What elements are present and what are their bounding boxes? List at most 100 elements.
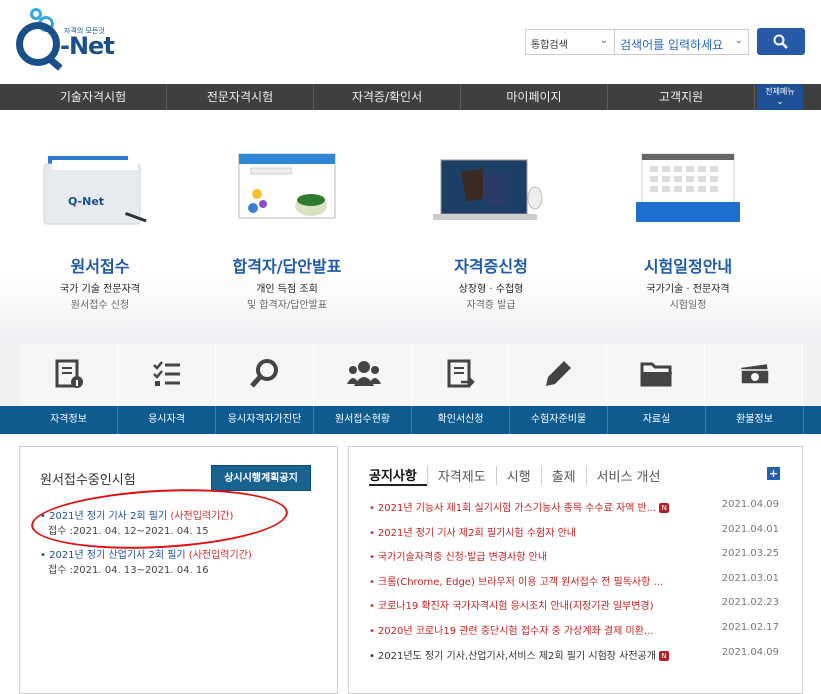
quick-icon-library[interactable] — [607, 344, 706, 406]
laptop-illustration-icon — [433, 159, 543, 220]
quick-link-self-check[interactable]: 응시자격자가진단 — [216, 406, 314, 434]
quick-link-refund[interactable]: 환불정보 — [706, 406, 804, 434]
all-menu-button[interactable]: 전체메뉴 ⌄ — [757, 84, 803, 110]
list-item[interactable]: • 2021년 정기 기사 제2회 필기시험 수험자 안내 2021.04.01 — [369, 524, 789, 549]
search-input[interactable]: 검색어를 입력하세요 ⌄ — [614, 29, 749, 55]
hero-card-schedule[interactable]: 시험일정안내 국가기술 · 전문자격 시험일정 — [588, 110, 788, 344]
search-scope-select[interactable]: 통합검색 ⌄ — [525, 29, 615, 55]
notice-title[interactable]: 크롬(Chrome, Edge) 브라우저 이용 고객 원서접수 전 필독사항 … — [378, 577, 663, 588]
list-item[interactable]: • 2021년도 정기 기사,산업기사,서비스 제2회 필기 시험장 사전공개 N … — [369, 647, 789, 672]
quick-icon-status[interactable] — [313, 344, 412, 406]
svg-text:Q-Net: Q-Net — [68, 195, 104, 208]
notice-tabs: 공지사항 자격제도 시행 출제 서비스 개선 — [369, 465, 670, 486]
new-badge: N — [658, 650, 669, 661]
list-item[interactable]: • 2021년 기능사 제1회 실기시험 가스기능사 종목 수수료 자액 반...… — [369, 499, 789, 524]
users-icon — [346, 361, 381, 386]
hero-card-certificate[interactable]: 자격증신청 상장형 · 수첩형 자격증 발급 — [391, 110, 591, 344]
exam-title[interactable]: • 2021년 정기 산업기사 2회 필기 (사전입력기간) — [40, 546, 330, 561]
notice-title[interactable]: 2020년 코로나19 관련 중단시험 접수자 중 가상계좌 결제 미환... — [378, 626, 654, 637]
search-scope-label: 통합검색 — [531, 40, 568, 51]
list-item[interactable]: • 2021년 정기 기사 2회 필기 (사전입력기간) 접수 :2021. 0… — [40, 507, 330, 537]
all-menu-label: 전체메뉴 — [765, 87, 795, 96]
calendar-illustration-icon — [636, 153, 740, 222]
tab-implementation[interactable]: 시행 — [495, 466, 541, 485]
quick-link-supplies[interactable]: 수험자준비물 — [510, 406, 608, 434]
notice-date: 2021.02.23 — [721, 597, 779, 609]
hero-card-application[interactable]: Q-Net 원서접수 국가 기술 전문자격 원서접수 신청 — [0, 110, 200, 344]
exam-date: 접수 :2021. 04. 13~2021. 04. 16 — [48, 565, 209, 576]
bullet: • — [369, 527, 375, 539]
quick-link-application-status[interactable]: 원서접수현황 — [314, 406, 412, 434]
tab-system[interactable]: 자격제도 — [426, 466, 496, 485]
list-item[interactable]: • 코로나19 확진자 국가자격시험 응시조치 안내(지정기관 일부변경) 202… — [369, 597, 789, 622]
bullet: • — [369, 625, 375, 637]
notice-date: 2021.04.09 — [721, 646, 779, 658]
hero-card-results[interactable]: 합격자/답안발표 개인 득점 조회 및 합격자/답안발표 — [187, 110, 387, 344]
quick-icon-eligibility[interactable] — [117, 344, 216, 406]
hero-subtitle: 국가 기술 전문자격 — [60, 284, 140, 295]
browser-illustration-icon — [238, 153, 336, 219]
money-icon — [740, 364, 770, 385]
checklist-icon — [152, 361, 180, 386]
nav-item-technical[interactable]: 기술자격시험 — [20, 84, 167, 110]
notice-panel: 공지사항 자격제도 시행 출제 서비스 개선 + • 2021년 기능사 제1회 … — [348, 446, 803, 694]
list-item[interactable]: • 2020년 코로나19 관련 중단시험 접수자 중 가상계좌 결제 미환...… — [369, 622, 789, 647]
nav-item-mypage[interactable]: 마이페이지 — [461, 84, 608, 110]
chevron-down-icon: ⌄ — [776, 97, 784, 107]
hero-description: 및 합격자/답안발표 — [246, 300, 328, 311]
notice-date: 2021.04.01 — [721, 523, 779, 535]
quick-menu-labels: 자격정보 응시자격 응시자격자가진단 원서접수현황 확인서신청 수험자준비물 자… — [0, 406, 821, 434]
quick-link-library[interactable]: 자료실 — [608, 406, 706, 434]
pencil-icon — [546, 361, 572, 386]
hero-subtitle: 국가기술 · 전문자격 — [646, 284, 730, 295]
notice-title[interactable]: 2021년 정기 기사 제2회 필기시험 수험자 안내 — [378, 528, 576, 539]
search-placeholder: 검색어를 입력하세요 — [620, 38, 724, 52]
exam-title[interactable]: • 2021년 정기 기사 2회 필기 (사전입력기간) — [40, 507, 330, 522]
notice-date: 2021.04.09 — [721, 499, 779, 510]
main-nav: 기술자격시험 전문자격시험 자격증/확인서 마이페이지 고객지원 전체메뉴 ⌄ — [0, 84, 821, 110]
quick-menu: 자격정보 응시자격 응시자격자가진단 원서접수현황 확인서신청 수험자준비물 자… — [0, 344, 821, 434]
logo-name: -Net — [60, 32, 115, 60]
notice-title[interactable]: 국가기술자격증 신청·발급 변경사항 안내 — [378, 552, 547, 563]
nav-item-support[interactable]: 고객지원 — [608, 84, 755, 110]
quick-icon-selfcheck[interactable] — [215, 344, 314, 406]
quick-link-eligibility[interactable]: 응시자격 — [118, 406, 216, 434]
exam-list: • 2021년 정기 기사 2회 필기 (사전입력기간) 접수 :2021. 0… — [40, 507, 330, 585]
notice-date: 2021.03.25 — [721, 548, 779, 560]
list-item[interactable]: • 크롬(Chrome, Edge) 브라우저 이용 고객 원서접수 전 필독사항… — [369, 573, 789, 598]
document-info-icon — [55, 359, 83, 388]
notice-title[interactable]: 2021년 기능사 제1회 실기시험 가스기능사 종목 수수료 자액 반... — [378, 503, 656, 514]
exam-date: 접수 :2021. 04. 12~2021. 04. 15 — [48, 526, 209, 537]
quick-icon-supplies[interactable] — [509, 344, 608, 406]
list-item[interactable]: • 국가기술자격증 신청·발급 변경사항 안내 2021.03.25 — [369, 548, 789, 573]
quick-icon-confirmation[interactable] — [411, 344, 510, 406]
notice-title[interactable]: 2021년도 정기 기사,산업기사,서비스 제2회 필기 시험장 사전공개 — [378, 651, 656, 662]
notice-date: 2021.02.17 — [721, 621, 779, 633]
folder-illustration-icon: Q-Net — [43, 156, 147, 225]
tab-service[interactable]: 서비스 개선 — [585, 466, 671, 485]
nav-item-certificate[interactable]: 자격증/확인서 — [314, 84, 461, 110]
hero-description: 자격증 발급 — [466, 300, 516, 311]
quick-icon-refund[interactable] — [705, 344, 803, 406]
regular-exam-plan-button[interactable]: 상시시행계획공지 — [211, 465, 311, 491]
open-exams-panel: 원서접수중인시험 상시시행계획공지 • 2021년 정기 기사 2회 필기 (사… — [19, 446, 338, 694]
search-button[interactable] — [757, 28, 805, 55]
list-item[interactable]: • 2021년 정기 산업기사 2회 필기 (사전입력기간) 접수 :2021.… — [40, 546, 330, 576]
notice-title[interactable]: 코로나19 확진자 국가자격시험 응시조치 안내(지정기관 일부변경) — [378, 601, 654, 612]
hero-subtitle: 상장형 · 수첩형 — [458, 284, 524, 295]
quick-link-confirmation[interactable]: 확인서신청 — [412, 406, 510, 434]
tab-question[interactable]: 출제 — [540, 466, 586, 485]
logo-q-icon — [16, 22, 60, 66]
new-badge: N — [659, 503, 670, 513]
more-plus-icon[interactable]: + — [767, 467, 780, 480]
nav-item-professional[interactable]: 전문자격시험 — [167, 84, 314, 110]
hero-description: 시험일정 — [669, 300, 707, 311]
bullet: • — [369, 552, 375, 564]
quick-link-qualification-info[interactable]: 자격정보 — [20, 406, 118, 434]
qnet-logo[interactable]: 자격의 모든것 -Net — [16, 6, 126, 66]
tab-notice[interactable]: 공지사항 — [369, 465, 427, 486]
quick-icon-info[interactable] — [20, 344, 118, 406]
header: 자격의 모든것 -Net 통합검색 ⌄ 검색어를 입력하세요 ⌄ — [0, 0, 821, 84]
hero-title: 합격자/답안발표 — [232, 257, 342, 276]
hero-section: Q-Net 원서접수 국가 기술 전문자격 원서접수 신청 합격자/답안발표 개… — [0, 110, 821, 344]
